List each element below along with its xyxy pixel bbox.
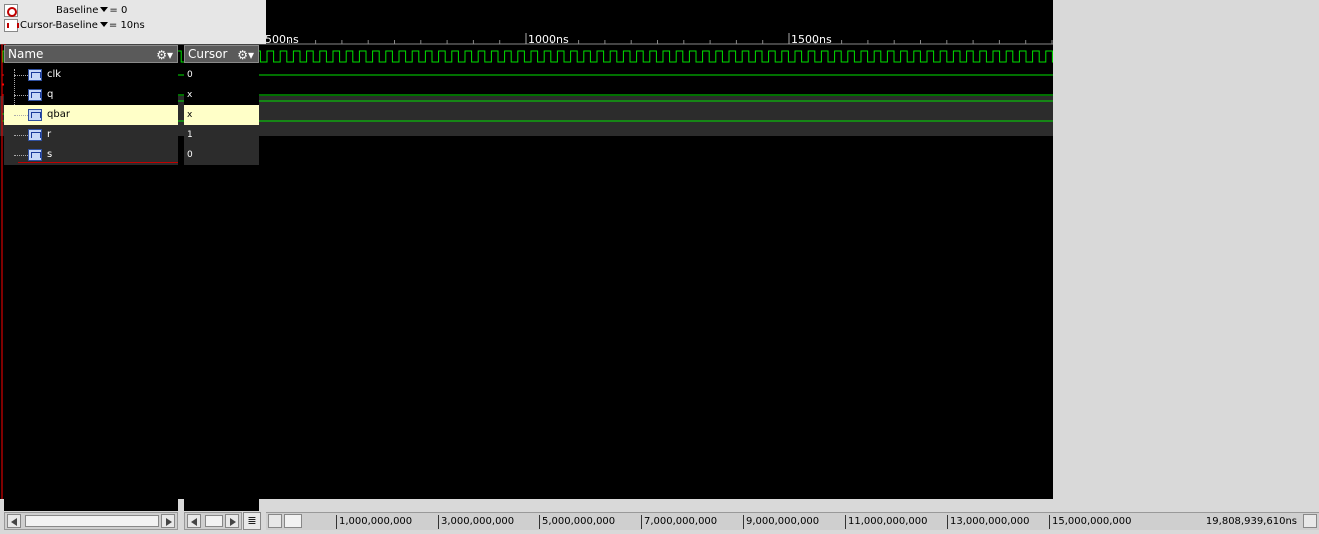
baseline-value: = 0 — [109, 5, 128, 16]
signal-name: r — [47, 129, 52, 140]
insertion-line — [18, 162, 178, 163]
cursor-column-header[interactable]: Cursor ⚙▾ — [184, 45, 259, 63]
cursor-value: 0 — [187, 70, 193, 80]
signal-wave-icon — [28, 129, 42, 141]
tree-branch — [14, 115, 28, 116]
scroll-left-icon[interactable] — [7, 514, 21, 528]
cursor-baseline-label: Cursor-Baseline — [20, 20, 98, 31]
timeline-tick-label: 13,000,000,000 — [947, 515, 1030, 529]
signal-wave-icon — [28, 109, 42, 121]
cursor-value-row[interactable]: 0 — [184, 65, 259, 85]
baseline-row[interactable]: Baseline = 0 — [56, 4, 127, 18]
cursor-value-pane: Cursor ⚙▾ 0 xx 1 0 — [184, 45, 259, 511]
cursor-header-label: Cursor — [188, 47, 228, 61]
chevron-down-icon[interactable] — [100, 7, 109, 12]
signal-wave-icon — [28, 89, 42, 101]
scroll-right-icon[interactable] — [1303, 514, 1317, 528]
signal-name: q — [47, 89, 54, 100]
gear-icon[interactable]: ⚙▾ — [237, 47, 254, 63]
tree-branch — [14, 75, 28, 76]
timeline-tick-label: 9,000,000,000 — [743, 515, 819, 529]
signal-wave-icon — [28, 69, 42, 81]
cursor-value: 0 — [187, 150, 193, 160]
tree-branch — [14, 135, 28, 136]
ruler-label: 1500ns — [791, 33, 832, 46]
timeline-tick-label: 11,000,000,000 — [845, 515, 928, 529]
signal-row-qbar[interactable]: qbar — [4, 105, 178, 125]
timeline-scrollbar[interactable]: 1,000,000,000 3,000,000,000 5,000,000,000 7… — [266, 512, 1319, 530]
cursor-value-row[interactable]: 1 — [184, 125, 259, 145]
timeline-tick-label: 5,000,000,000 — [539, 515, 615, 529]
cursor-value-row[interactable]: x — [184, 85, 259, 105]
ruler-label: 500ns — [265, 33, 299, 46]
timeline-end-label: 19,808,939,610ns — [1205, 516, 1297, 527]
scrollbar-thumb[interactable] — [25, 515, 159, 527]
scrollbar-thumb[interactable] — [205, 515, 223, 527]
name-column-header[interactable]: Name ⚙▾ — [4, 45, 178, 63]
gear-icon[interactable]: ⚙▾ — [156, 47, 173, 63]
signal-row-clk[interactable]: clk — [4, 65, 178, 85]
tree-branch — [14, 95, 28, 96]
signal-wave-icon — [28, 149, 42, 161]
cursor-value: 1 — [187, 130, 193, 140]
signal-row-r[interactable]: r — [4, 125, 178, 145]
ruler-label: 1000ns — [528, 33, 569, 46]
timeline-tick-label: 7,000,000,000 — [641, 515, 717, 529]
cursor-value-row[interactable]: 0 — [184, 145, 259, 165]
scroll-right-icon[interactable] — [161, 514, 175, 528]
baseline-info-panel: Baseline = 0 Cursor-Baseline = 10ns — [0, 0, 266, 44]
scroll-left-icon[interactable] — [187, 514, 201, 528]
align-values-icon[interactable]: ≣ — [243, 512, 261, 530]
name-pane-scrollbar[interactable] — [4, 512, 178, 530]
signal-name: qbar — [47, 109, 70, 120]
timeline-tick-label: 3,000,000,000 — [438, 515, 514, 529]
zoom-baseline-icon[interactable] — [4, 4, 18, 17]
waveform-viewer: Baseline = 0 Cursor-Baseline = 10ns Name ⚙… — [0, 0, 1319, 534]
signal-row-q[interactable]: q — [4, 85, 178, 105]
tree-branch — [14, 155, 28, 156]
name-header-label: Name — [8, 47, 44, 61]
scroll-right-icon[interactable] — [225, 514, 239, 528]
cursor-value: x — [187, 90, 193, 100]
scroll-left-icon[interactable] — [268, 514, 282, 528]
cursor-baseline-value: = 10ns — [108, 20, 145, 31]
cursor-pane-scrollbar[interactable] — [184, 512, 242, 530]
timeline-thumb[interactable] — [284, 514, 302, 528]
timeline-tick-label: 15,000,000,000 — [1049, 515, 1132, 529]
cursor-value-row[interactable]: x — [184, 105, 259, 125]
timeline-tick-label: 1,000,000,000 — [336, 515, 412, 529]
cursor-baseline-icon[interactable] — [4, 19, 19, 32]
chevron-down-icon[interactable] — [99, 22, 108, 27]
baseline-label: Baseline — [56, 5, 99, 16]
cursor-baseline-row[interactable]: Cursor-Baseline = 10ns — [20, 19, 145, 33]
cursor-value: x — [187, 110, 193, 120]
signal-name-pane: Name ⚙▾ clk q qbar r s — [4, 45, 178, 511]
signal-name: clk — [47, 69, 62, 80]
